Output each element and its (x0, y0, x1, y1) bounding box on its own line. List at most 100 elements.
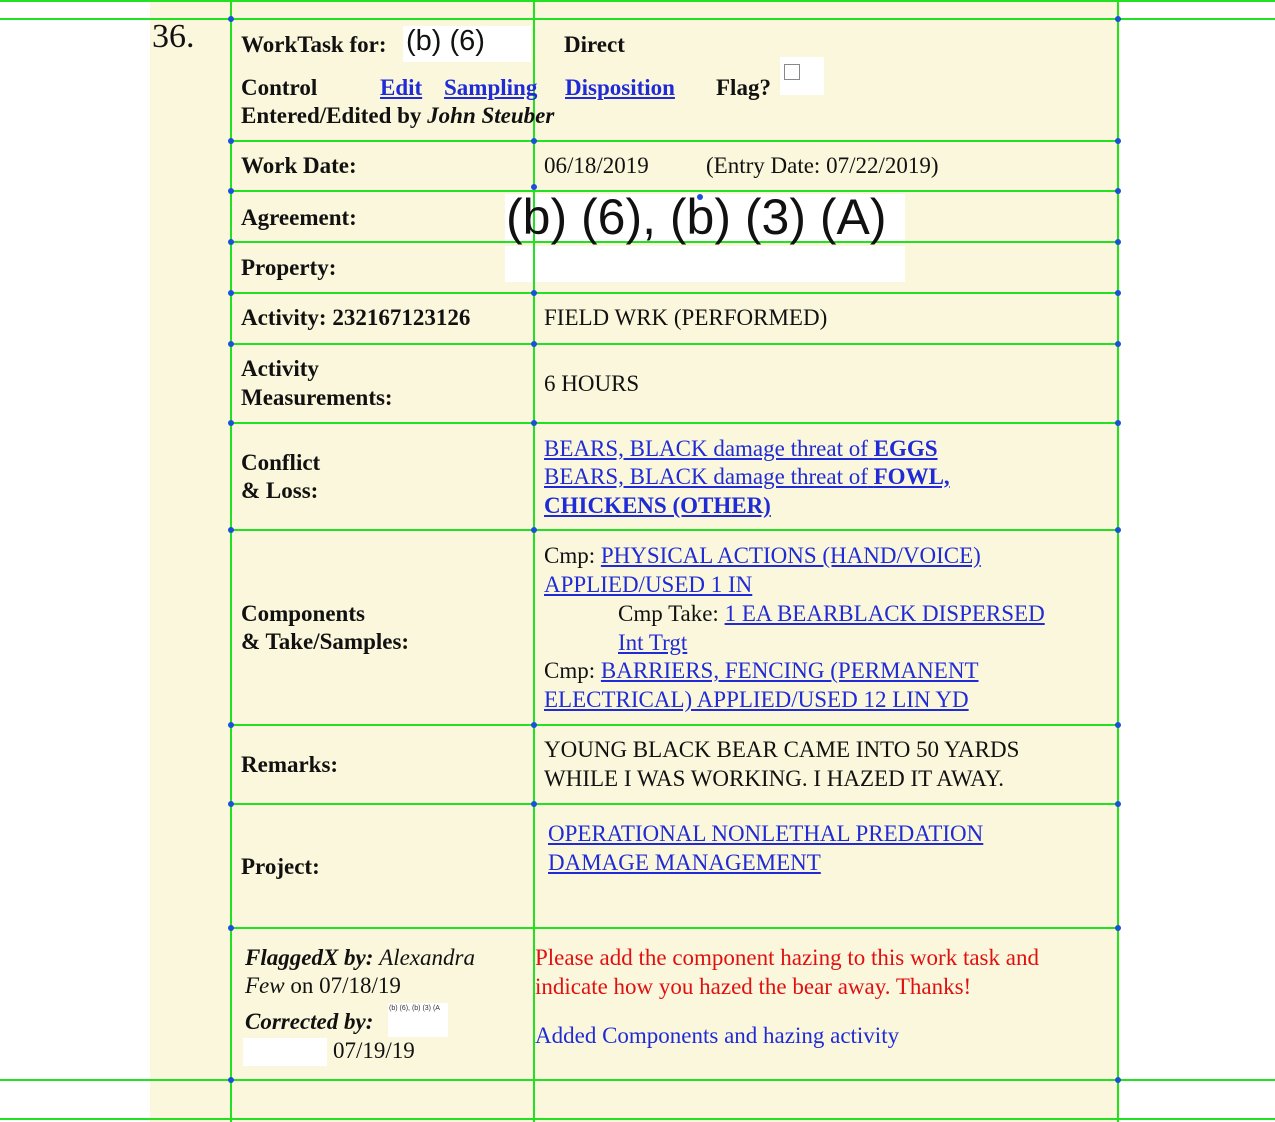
conflict-link-eggs[interactable]: BEARS, BLACK damage threat of EGGS (544, 434, 938, 463)
cell-handle (1115, 16, 1121, 22)
cell-handle (1115, 527, 1121, 533)
remarks-line1: YOUNG BLACK BEAR CAME INTO 50 YARDS (544, 737, 1020, 762)
cmp1-link-part2[interactable]: APPLIED/USED 1 IN (544, 570, 752, 599)
grid-line (0, 0, 1275, 2)
conflict-label-2: & Loss: (241, 478, 319, 503)
conflict-link-eggs-bold: EGGS (873, 436, 938, 461)
components-label-1: Components (241, 601, 365, 626)
cell-handle (531, 527, 537, 533)
cell-handle (228, 239, 234, 245)
activity-measurements-label-2: Measurements: (241, 385, 393, 410)
cell-handle (1115, 188, 1121, 194)
property-label: Property: (241, 255, 337, 280)
cell-handle (1115, 420, 1121, 426)
corrected-date: 07/19/19 (333, 1038, 415, 1063)
grid-line (230, 140, 1120, 142)
project-link-line2[interactable]: DAMAGE MANAGEMENT (548, 848, 821, 877)
conflict-link-chickens[interactable]: CHICKENS (OTHER) (544, 491, 771, 520)
cell-handle (531, 420, 537, 426)
edit-link[interactable]: Edit (380, 73, 422, 102)
grid-line (230, 343, 1120, 345)
grid-line (230, 529, 1120, 531)
remarks-line2: WHILE I WAS WORKING. I HAZED IT AWAY. (544, 766, 1005, 791)
conflict-link-fowl-bold: FOWL, (873, 464, 950, 489)
worktask-label: WorkTask for: (241, 32, 387, 57)
flagged-last-name: Few (245, 973, 285, 998)
grid-line (230, 927, 1120, 929)
grid-line (0, 1118, 1275, 1120)
activity-measurements-value: 6 HOURS (544, 371, 640, 396)
grid-line (230, 0, 232, 1122)
cell-handle (228, 722, 234, 728)
conflict-link-fowl-text: BEARS, BLACK damage threat of (544, 464, 868, 489)
take-link-part1[interactable]: 1 EA BEARBLACK DISPERSED (725, 601, 1045, 626)
cell-handle (531, 290, 537, 296)
flag-label: Flag? (716, 75, 771, 100)
cell-handle (228, 801, 234, 807)
conflict-link-fowl[interactable]: BEARS, BLACK damage threat of FOWL, (544, 462, 950, 491)
cell-handle (228, 341, 234, 347)
entered-edited-line: Entered/Edited by John Steuber (241, 101, 554, 130)
cell-handle (228, 527, 234, 533)
cell-handle (1115, 925, 1121, 931)
cell-handle (228, 290, 234, 296)
grid-line (0, 1079, 1275, 1081)
activity-measurements-label-1: Activity (241, 356, 319, 381)
flagged-label: FlaggedX by: (245, 945, 374, 970)
cell-handle (1115, 801, 1121, 807)
cell-handle (1115, 722, 1121, 728)
grid-line (230, 422, 1120, 424)
grid-line (230, 724, 1120, 726)
project-link-line1[interactable]: OPERATIONAL NONLETHAL PREDATION (548, 819, 983, 848)
record-number: 36. (152, 18, 195, 55)
flagged-line1: FlaggedX by: Alexandra (245, 943, 475, 972)
entry-date: (Entry Date: 07/22/2019) (706, 153, 939, 178)
cell-handle (531, 138, 537, 144)
cell-handle (1115, 1077, 1121, 1083)
corrected-label: Corrected by: (245, 1009, 374, 1034)
cmp2-link-part2[interactable]: ELECTRICAL) APPLIED/USED 12 LIN YD (544, 685, 969, 714)
sampling-link[interactable]: Sampling (444, 73, 537, 102)
cell-handle (1115, 341, 1121, 347)
corrected-name-redaction-box (243, 1038, 327, 1066)
cell-handle (228, 925, 234, 931)
grid-line (1117, 0, 1119, 1122)
cell-handle (1115, 239, 1121, 245)
activity-label: Activity: 232167123126 (241, 305, 471, 330)
control-label: Control (241, 75, 318, 100)
grid-line (230, 292, 1120, 294)
cell-handle (228, 16, 234, 22)
components-label-2: & Take/Samples: (241, 629, 410, 654)
correction-response: Added Components and hazing activity (535, 1023, 900, 1048)
take-link-part2[interactable]: Int Trgt (618, 628, 687, 657)
cell-handle (228, 420, 234, 426)
work-date-value: 06/18/2019 (544, 153, 649, 178)
cell-handle (531, 801, 537, 807)
take-line1: Cmp Take: 1 EA BEARBLACK DISPERSED (618, 599, 1045, 628)
agreement-label: Agreement: (241, 205, 357, 230)
corrected-redaction: (b) (6), (b) (3) (A (389, 1005, 440, 1012)
activity-value: FIELD WRK (PERFORMED) (544, 305, 828, 330)
cmp1-line1: Cmp: PHYSICAL ACTIONS (HAND/VOICE) (544, 541, 981, 570)
entered-by-name: John Steuber (427, 103, 555, 128)
cmp1-link-part1[interactable]: PHYSICAL ACTIONS (HAND/VOICE) (601, 543, 981, 568)
flagged-date: on 07/18/19 (290, 973, 401, 998)
cmp2-line1: Cmp: BARRIERS, FENCING (PERMANENT (544, 656, 979, 685)
cell-handle (1115, 290, 1121, 296)
flagged-line2: Few on 07/18/19 (245, 971, 401, 1000)
flag-message-line1: Please add the component hazing to this … (535, 945, 1039, 970)
disposition-link[interactable]: Disposition (565, 73, 675, 102)
cmp1-label: Cmp: (544, 543, 596, 568)
flag-checkbox[interactable] (784, 64, 800, 80)
cell-handle (228, 1077, 234, 1083)
cell-handle (531, 722, 537, 728)
grid-line (230, 803, 1120, 805)
flagged-first-name: Alexandra (379, 945, 475, 970)
cmp2-link-part1[interactable]: BARRIERS, FENCING (PERMANENT (601, 658, 979, 683)
conflict-link-eggs-text: BEARS, BLACK damage threat of (544, 436, 868, 461)
project-label: Project: (241, 854, 320, 879)
cell-handle (228, 188, 234, 194)
cell-handle (1115, 138, 1121, 144)
property-redaction-box (505, 246, 905, 282)
entered-label: Entered/Edited by (241, 103, 422, 128)
